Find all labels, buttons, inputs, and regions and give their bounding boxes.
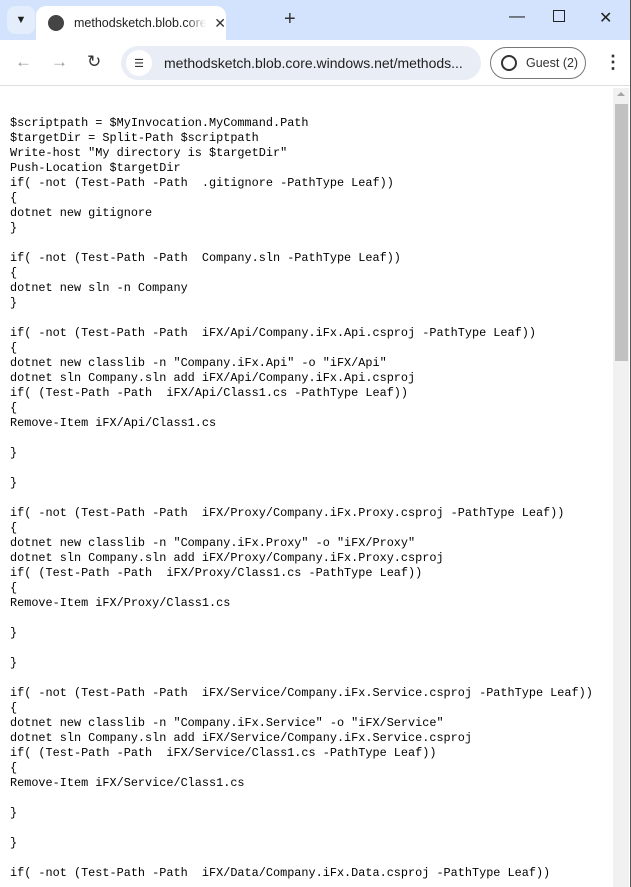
tab-search-button[interactable]: ▼ (7, 6, 35, 34)
toolbar: ← → ↻ ☰ methodsketch.blob.core.windows.n… (0, 40, 630, 86)
close-window-button[interactable]: ✕ (599, 8, 612, 28)
scrollbar-thumb[interactable] (615, 104, 628, 361)
minimize-button[interactable]: — (509, 8, 525, 26)
url-text[interactable]: methodsketch.blob.core.windows.net/metho… (164, 55, 463, 71)
address-bar[interactable]: ☰ methodsketch.blob.core.windows.net/met… (121, 46, 481, 80)
maximize-button[interactable] (553, 10, 565, 22)
scroll-up-icon[interactable] (617, 92, 625, 96)
site-info-icon[interactable]: ☰ (126, 50, 152, 76)
code-content: $scriptpath = $MyInvocation.MyCommand.Pa… (10, 116, 593, 880)
globe-icon (48, 15, 64, 31)
back-button[interactable]: ← (15, 52, 32, 72)
new-tab-button[interactable]: + (284, 8, 296, 31)
tab-bar: ▼ methodsketch.blob.core.windows.net ✕ +… (0, 0, 630, 40)
vertical-scrollbar[interactable] (613, 88, 629, 887)
menu-icon[interactable]: ⋮ (604, 52, 622, 73)
tab-title: methodsketch.blob.core.windows.net (74, 16, 207, 30)
profile-icon (501, 55, 517, 71)
profile-button[interactable]: Guest (2) (490, 47, 586, 79)
forward-button[interactable]: → (51, 52, 68, 72)
reload-button[interactable]: ↻ (87, 52, 101, 72)
tab-close-icon[interactable]: ✕ (214, 15, 226, 32)
tab-active[interactable]: methodsketch.blob.core.windows.net ✕ (36, 6, 226, 40)
profile-label: Guest (2) (526, 56, 579, 70)
chevron-down-icon: ▼ (15, 14, 27, 26)
